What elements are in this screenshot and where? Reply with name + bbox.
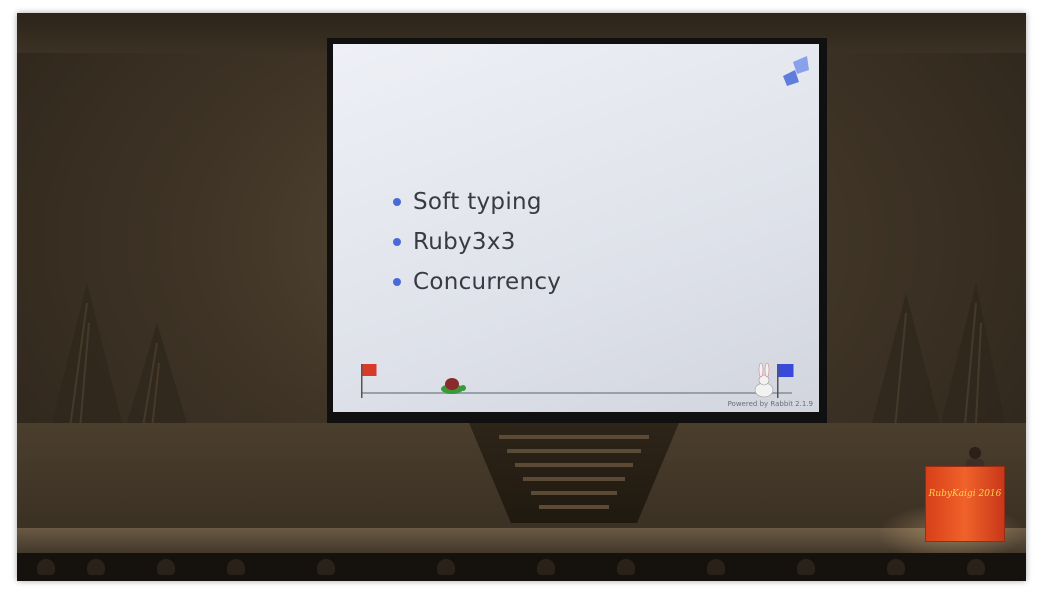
bullet-text: Concurrency xyxy=(413,269,562,295)
podium: RubyKaigi 2016 xyxy=(925,466,1005,542)
turtle-icon xyxy=(441,378,466,394)
audience-head xyxy=(157,559,175,575)
goal-flag-icon xyxy=(777,364,794,398)
bullet-dot-icon xyxy=(393,238,401,246)
corner-decoration-icon xyxy=(783,56,809,86)
stand-slats xyxy=(499,435,649,509)
audience-head xyxy=(887,559,905,575)
bullet-item: Soft typing xyxy=(393,182,561,222)
bullet-text: Soft typing xyxy=(413,189,542,215)
bullet-item: Ruby3x3 xyxy=(393,222,561,262)
podium-logo: RubyKaigi 2016 xyxy=(928,489,1002,499)
audience-head xyxy=(37,559,55,575)
audience-head xyxy=(617,559,635,575)
bullet-dot-icon xyxy=(393,278,401,286)
slide-footer: Powered by Rabbit 2.1.9 xyxy=(727,400,813,408)
bullet-dot-icon xyxy=(393,198,401,206)
audience-head xyxy=(227,559,245,575)
bullet-item: Concurrency xyxy=(393,262,561,302)
audience xyxy=(17,553,1026,581)
audience-head xyxy=(437,559,455,575)
progress-track xyxy=(362,392,792,394)
conference-photo: Soft typing Ruby3x3 Concurrency Powered … xyxy=(17,13,1026,581)
start-flag-icon xyxy=(361,364,377,398)
projection-screen-frame: Soft typing Ruby3x3 Concurrency Powered … xyxy=(327,38,827,423)
presentation-slide: Soft typing Ruby3x3 Concurrency Powered … xyxy=(333,44,819,412)
audience-head xyxy=(317,559,335,575)
audience-head xyxy=(797,559,815,575)
audience-head xyxy=(707,559,725,575)
bullet-text: Ruby3x3 xyxy=(413,229,516,255)
audience-head xyxy=(87,559,105,575)
audience-head xyxy=(537,559,555,575)
slide-bullet-list: Soft typing Ruby3x3 Concurrency xyxy=(393,182,561,302)
audience-head xyxy=(967,559,985,575)
